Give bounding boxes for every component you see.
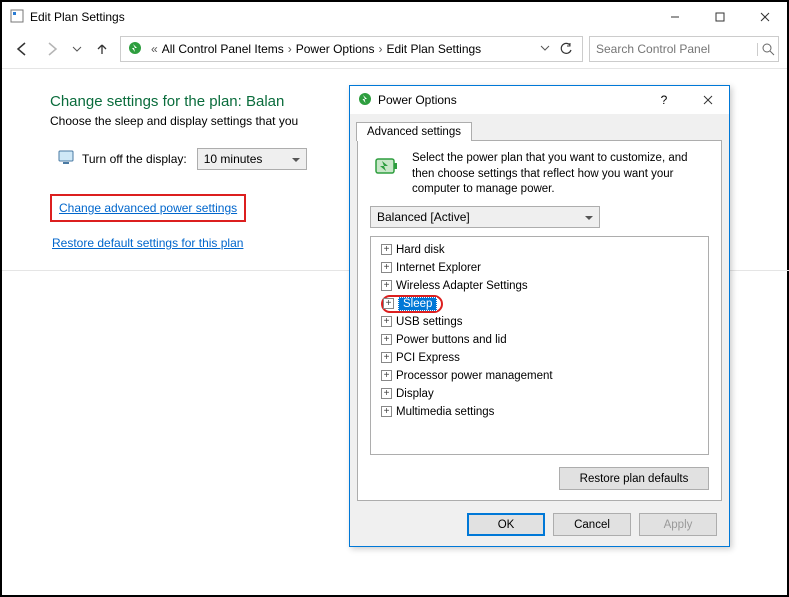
highlight-circle: + Sleep: [381, 295, 443, 313]
expand-icon[interactable]: +: [381, 388, 392, 399]
ok-button[interactable]: OK: [467, 513, 545, 536]
dialog-intro-text: Select the power plan that you want to c…: [412, 151, 709, 198]
tree-item-processor-power-management[interactable]: +Processor power management: [375, 367, 704, 385]
expand-icon[interactable]: +: [381, 406, 392, 417]
power-options-icon: [358, 92, 372, 109]
turn-off-display-dropdown[interactable]: 10 minutes: [197, 148, 307, 170]
tree-item-internet-explorer[interactable]: +Internet Explorer: [375, 259, 704, 277]
tree-item-usb-settings[interactable]: +USB settings: [375, 313, 704, 331]
power-plan-dropdown[interactable]: Balanced [Active]: [370, 206, 600, 228]
nav-toolbar: « All Control Panel Items › Power Option…: [2, 32, 787, 66]
dialog-titlebar[interactable]: Power Options ?: [350, 86, 729, 114]
expand-icon[interactable]: +: [381, 316, 392, 327]
expand-icon[interactable]: +: [381, 370, 392, 381]
address-dropdown-icon[interactable]: [540, 42, 550, 56]
window-title: Edit Plan Settings: [30, 10, 125, 24]
dialog-help-button[interactable]: ?: [645, 90, 683, 110]
expand-icon[interactable]: +: [383, 298, 394, 309]
highlight-box: Change advanced power settings: [50, 194, 246, 222]
apply-button[interactable]: Apply: [639, 513, 717, 536]
tree-item-wireless-adapter-settings[interactable]: +Wireless Adapter Settings: [375, 277, 704, 295]
refresh-button[interactable]: [554, 42, 578, 56]
nav-forward-button[interactable]: [40, 37, 64, 61]
power-options-icon: [127, 40, 143, 59]
window-icon: [10, 9, 24, 26]
search-box[interactable]: [589, 36, 779, 62]
tree-item-hard-disk[interactable]: +Hard disk: [375, 241, 704, 259]
window-titlebar: Edit Plan Settings: [2, 2, 787, 32]
settings-tree[interactable]: +Hard disk +Internet Explorer +Wireless …: [370, 236, 709, 455]
breadcrumb-chevron-icon: «: [151, 42, 158, 56]
dialog-tabstrip: Advanced settings: [350, 116, 729, 140]
tree-item-power-buttons-and-lid[interactable]: +Power buttons and lid: [375, 331, 704, 349]
tree-item-sleep[interactable]: + Sleep: [375, 295, 704, 313]
turn-off-display-value: 10 minutes: [204, 152, 263, 166]
expand-icon[interactable]: +: [381, 280, 392, 291]
nav-history-dropdown[interactable]: [70, 37, 84, 61]
minimize-button[interactable]: [652, 2, 697, 32]
breadcrumb-chevron-icon: ›: [288, 42, 292, 56]
monitor-icon: [58, 150, 76, 169]
breadcrumb-chevron-icon: ›: [378, 42, 382, 56]
expand-icon[interactable]: +: [381, 334, 392, 345]
tree-item-display[interactable]: +Display: [375, 385, 704, 403]
search-button[interactable]: [757, 43, 778, 56]
tree-item-sleep-label: Sleep: [398, 297, 437, 311]
close-button[interactable]: [742, 2, 787, 32]
tree-item-pci-express[interactable]: +PCI Express: [375, 349, 704, 367]
tree-item-multimedia-settings[interactable]: +Multimedia settings: [375, 403, 704, 421]
expand-icon[interactable]: +: [381, 262, 392, 273]
expand-icon[interactable]: +: [381, 352, 392, 363]
search-input[interactable]: [590, 42, 757, 56]
expand-icon[interactable]: +: [381, 244, 392, 255]
breadcrumb-item[interactable]: Edit Plan Settings: [386, 42, 481, 56]
power-options-dialog: Power Options ? Advanced settings Select…: [349, 85, 730, 547]
tab-advanced-settings[interactable]: Advanced settings: [356, 122, 472, 141]
nav-back-button[interactable]: [10, 37, 34, 61]
breadcrumb-item[interactable]: All Control Panel Items: [162, 42, 284, 56]
cancel-button[interactable]: Cancel: [553, 513, 631, 536]
power-plan-value: Balanced [Active]: [377, 210, 470, 224]
heading-planname: Balan: [246, 93, 284, 110]
restore-default-settings-link[interactable]: Restore default settings for this plan: [50, 232, 245, 254]
nav-up-button[interactable]: [90, 37, 114, 61]
change-advanced-power-settings-link[interactable]: Change advanced power settings: [59, 201, 237, 215]
heading-prefix: Change settings for the plan:: [50, 93, 246, 110]
breadcrumb-item[interactable]: Power Options: [296, 42, 375, 56]
battery-icon: [370, 151, 402, 186]
restore-plan-defaults-button[interactable]: Restore plan defaults: [559, 467, 709, 490]
dialog-button-row: OK Cancel Apply: [350, 507, 729, 546]
dialog-title: Power Options: [378, 93, 639, 107]
turn-off-display-label: Turn off the display:: [82, 152, 187, 166]
address-bar[interactable]: « All Control Panel Items › Power Option…: [120, 36, 583, 62]
window-controls: [652, 2, 787, 32]
maximize-button[interactable]: [697, 2, 742, 32]
dialog-tabpage: Select the power plan that you want to c…: [357, 140, 722, 501]
dialog-close-button[interactable]: [689, 90, 727, 110]
